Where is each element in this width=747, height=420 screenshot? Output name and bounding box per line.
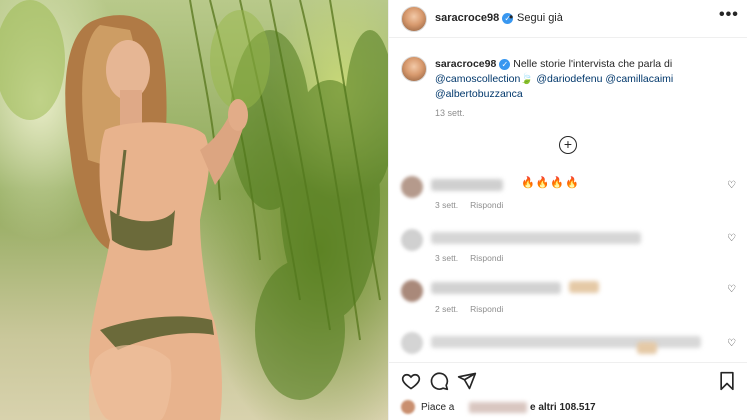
comment-icon[interactable]: [429, 371, 449, 391]
mention-link[interactable]: @albertobuzzanca: [435, 88, 523, 100]
mention-link[interactable]: @camillacaimi: [605, 73, 673, 85]
likes-count[interactable]: e altri 108.517: [530, 402, 596, 413]
comment-time: 3 sett.: [435, 253, 459, 263]
author-avatar[interactable]: [401, 6, 427, 32]
comment-avatar[interactable]: [401, 229, 423, 251]
post-photo[interactable]: [0, 0, 388, 420]
reply-button[interactable]: Rispondi: [470, 304, 503, 314]
reply-button[interactable]: Rispondi: [470, 200, 503, 210]
liker-avatar[interactable]: [401, 400, 415, 414]
save-icon[interactable]: [717, 371, 737, 391]
author-username-text[interactable]: saracroce98: [435, 12, 499, 24]
comment-avatar[interactable]: [401, 176, 423, 198]
comment-blurred-emoji: [637, 342, 657, 354]
caption-verified-icon: ✓: [499, 58, 511, 70]
likes-summary: Piace a e altri 108.517: [389, 396, 747, 420]
comment-time: 2 sett.: [435, 304, 459, 314]
comment-meta: 3 sett. Rispondi: [435, 200, 515, 210]
comment-meta: 2 sett. Rispondi: [435, 304, 515, 314]
caption-body: Nelle storie l'intervista che parla di: [510, 58, 673, 70]
comment-blurred-text: [431, 282, 561, 294]
add-comment-icon[interactable]: +: [559, 136, 577, 154]
caption-text: saracroce98 ✓ Nelle storie l'intervista c…: [435, 57, 735, 102]
comment-like-icon[interactable]: ♡: [727, 180, 736, 191]
liker-name-blurred[interactable]: [469, 402, 527, 413]
comment-like-icon[interactable]: ♡: [727, 284, 736, 295]
like-icon[interactable]: [401, 371, 421, 391]
likes-prefix: Piace a: [421, 402, 455, 413]
mention-link[interactable]: @camoscollection: [435, 73, 520, 85]
author-username[interactable]: saracroce98 ✓: [435, 12, 514, 24]
reply-button[interactable]: Rispondi: [470, 253, 503, 263]
caption-username[interactable]: saracroce98: [435, 58, 496, 70]
mention-link[interactable]: @dariodefenu: [536, 73, 602, 85]
comment-blurred-text: [431, 232, 641, 244]
post-actions: [389, 362, 747, 396]
leaf-emoji: 🍃: [520, 73, 534, 85]
comment-avatar[interactable]: [401, 280, 423, 302]
comment-blurred-text: [431, 179, 503, 191]
comment-blurred-emoji: [569, 281, 599, 293]
caption-timestamp: 13 sett.: [435, 108, 465, 118]
comment-blurred-text: [431, 336, 701, 348]
following-button[interactable]: Segui già: [517, 12, 563, 24]
fire-emoji: 🔥🔥🔥🔥: [521, 177, 580, 189]
comment-meta: 3 sett. Rispondi: [435, 253, 515, 263]
comment-like-icon[interactable]: ♡: [727, 233, 736, 244]
photo-illustration: [0, 0, 388, 420]
share-icon[interactable]: [457, 371, 477, 391]
header-separator: •: [509, 10, 514, 24]
post-panel: saracroce98 ✓ • Segui già ••• saracroce98…: [388, 0, 747, 420]
comment-avatar[interactable]: [401, 332, 423, 354]
comment-time: 3 sett.: [435, 200, 459, 210]
post-header: saracroce98 ✓ • Segui già •••: [389, 0, 747, 38]
caption-avatar[interactable]: [401, 56, 427, 82]
more-icon[interactable]: •••: [719, 6, 739, 24]
comment-like-icon[interactable]: ♡: [727, 338, 736, 349]
